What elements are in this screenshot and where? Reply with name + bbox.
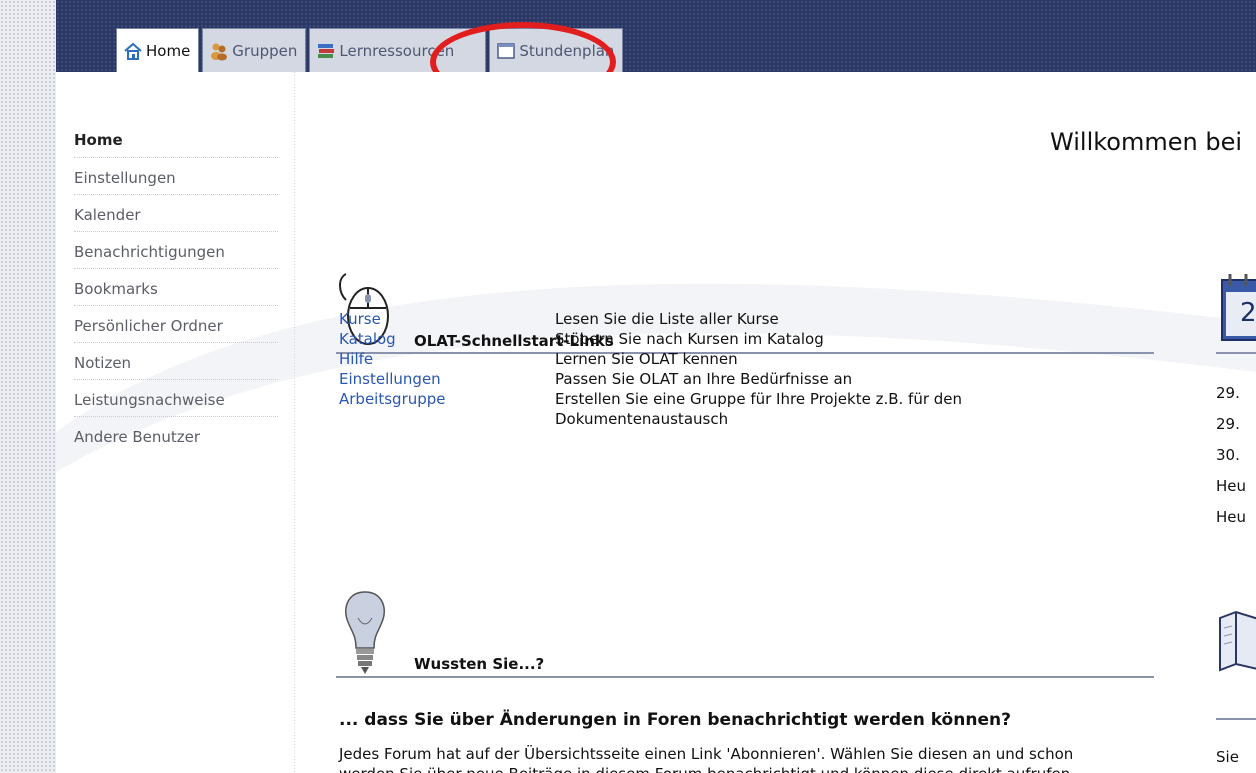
tips-title: Wussten Sie...? xyxy=(414,655,545,673)
sidebar-item-bookmarks[interactable]: Bookmarks xyxy=(74,268,278,305)
link-einstellungen[interactable]: Einstellungen xyxy=(339,369,555,389)
sidebar: Home Einstellungen Kalender Benachrichti… xyxy=(74,120,278,453)
sidebar-item-home[interactable]: Home xyxy=(74,120,278,157)
sidebar-item-andere-benutzer[interactable]: Andere Benutzer xyxy=(74,416,278,453)
top-navigation-bar: Home Gruppen Lernressourcen Stundenplan xyxy=(56,0,1256,72)
sidebar-item-leistungsnachweise[interactable]: Leistungsnachweise xyxy=(74,379,278,416)
link-arbeitsgruppe-desc: Erstellen Sie eine Gruppe für Ihre Proje… xyxy=(555,390,963,428)
date-entry: Heu xyxy=(1216,477,1247,495)
sidebar-item-kalender[interactable]: Kalender xyxy=(74,194,278,231)
tip-heading: ... dass Sie über Änderungen in Foren be… xyxy=(339,710,1011,730)
group-icon xyxy=(209,41,229,61)
link-hilfe-desc: Lernen Sie OLAT kennen xyxy=(555,350,738,368)
tab-home-label: Home xyxy=(146,41,191,60)
date-entry: 29. xyxy=(1216,384,1240,402)
sidebar-item-benachrichtigungen[interactable]: Benachrichtigungen xyxy=(74,231,278,268)
link-katalog[interactable]: Katalog xyxy=(339,329,555,349)
right-divider-1 xyxy=(1216,352,1256,354)
quicklinks-row: Katalog Stöbern Sie nach Kursen im Katal… xyxy=(339,329,1159,349)
left-dotted-strip xyxy=(0,0,56,773)
right-bottom-text: Sie xyxy=(1216,748,1239,766)
link-hilfe[interactable]: Hilfe xyxy=(339,349,555,369)
books-icon xyxy=(316,41,336,61)
quicklinks-row: Kurse Lesen Sie die Liste aller Kurse xyxy=(339,309,1159,329)
lightbulb-icon xyxy=(344,591,386,674)
sidebar-item-einstellungen[interactable]: Einstellungen xyxy=(74,157,278,194)
main-content: Home Einstellungen Kalender Benachrichti… xyxy=(56,72,1256,773)
sidebar-divider xyxy=(294,72,295,773)
link-kurse[interactable]: Kurse xyxy=(339,309,555,329)
calendar-day: 2 xyxy=(1240,298,1256,328)
sidebar-item-persoenlicher-ordner[interactable]: Persönlicher Ordner xyxy=(74,305,278,342)
tips-divider xyxy=(336,676,1154,678)
date-entry: 29. xyxy=(1216,415,1240,433)
quicklinks-row: Hilfe Lernen Sie OLAT kennen xyxy=(339,349,1159,369)
link-arbeitsgruppe[interactable]: Arbeitsgruppe xyxy=(339,389,555,429)
sidebar-item-notizen[interactable]: Notizen xyxy=(74,342,278,379)
upcoming-dates: 29. 29. 30. Heu Heu xyxy=(1216,384,1256,539)
right-divider-2 xyxy=(1216,718,1256,720)
link-kurse-desc: Lesen Sie die Liste aller Kurse xyxy=(555,310,779,328)
link-katalog-desc: Stöbern Sie nach Kursen im Katalog xyxy=(555,330,824,348)
quicklinks-table: Kurse Lesen Sie die Liste aller Kurse Ka… xyxy=(339,309,1159,429)
tab-gruppen[interactable]: Gruppen xyxy=(202,28,307,72)
date-entry: Heu xyxy=(1216,508,1247,526)
date-entry: 30. xyxy=(1216,446,1240,464)
home-icon xyxy=(123,41,143,61)
tab-gruppen-label: Gruppen xyxy=(232,41,298,60)
welcome-title: Willkommen bei xyxy=(1050,128,1242,156)
tab-home[interactable]: Home xyxy=(116,28,200,72)
link-einstellungen-desc: Passen Sie OLAT an Ihre Bedürfnisse an xyxy=(555,370,853,388)
quicklinks-row: Arbeitsgruppe Erstellen Sie eine Gruppe … xyxy=(339,389,1159,429)
tip-text-cutoff: werden Sie über neue Beiträge in diesem … xyxy=(339,764,1159,773)
tip-text: Jedes Forum hat auf der Übersichtsseite … xyxy=(339,745,1074,763)
book-icon xyxy=(1219,610,1256,672)
quicklinks-row: Einstellungen Passen Sie OLAT an Ihre Be… xyxy=(339,369,1159,389)
